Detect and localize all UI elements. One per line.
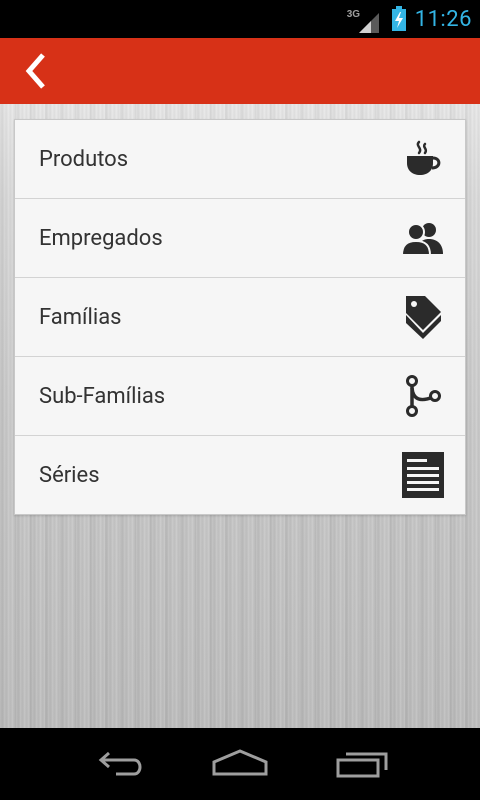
signal-icon: 3G: [347, 7, 379, 33]
menu-item-label: Sub-Famílias: [39, 383, 166, 409]
battery-charging-icon: [391, 6, 407, 32]
nav-recent-apps-button[interactable]: [322, 740, 402, 788]
menu-list: Produtos Empregados Famílias Sub-Família…: [14, 119, 466, 515]
content-area: Produtos Empregados Famílias Sub-Família…: [0, 104, 480, 728]
menu-item-label: Famílias: [39, 304, 122, 330]
menu-item-label: Séries: [39, 462, 100, 488]
nav-back-button[interactable]: [80, 740, 160, 788]
menu-item-sub-familias[interactable]: Sub-Famílias: [15, 357, 465, 436]
menu-item-empregados[interactable]: Empregados: [15, 199, 465, 278]
back-button[interactable]: [14, 49, 58, 93]
menu-item-series[interactable]: Séries: [15, 436, 465, 514]
branch-icon: [401, 374, 445, 418]
navigation-bar: [0, 728, 480, 800]
menu-item-produtos[interactable]: Produtos: [15, 120, 465, 199]
nav-home-button[interactable]: [200, 740, 280, 788]
status-icons: 3G 11:26: [347, 0, 472, 38]
clock: 11:26: [414, 6, 472, 32]
back-icon: [98, 751, 142, 776]
menu-item-label: Produtos: [39, 146, 129, 172]
status-bar: 3G 11:26: [0, 0, 480, 38]
chevron-left-icon: [25, 53, 45, 89]
tags-icon: [401, 295, 445, 339]
action-bar: [0, 38, 480, 104]
document-lines-icon: [401, 452, 445, 498]
home-icon: [212, 749, 268, 776]
recent-apps-icon: [336, 752, 388, 778]
menu-item-label: Empregados: [39, 225, 163, 251]
coffee-cup-icon: [401, 137, 445, 181]
menu-item-familias[interactable]: Famílias: [15, 278, 465, 357]
screen: 3G 11:26 Produtos Empregados Famílias Su…: [0, 0, 480, 800]
users-icon: [401, 216, 445, 260]
